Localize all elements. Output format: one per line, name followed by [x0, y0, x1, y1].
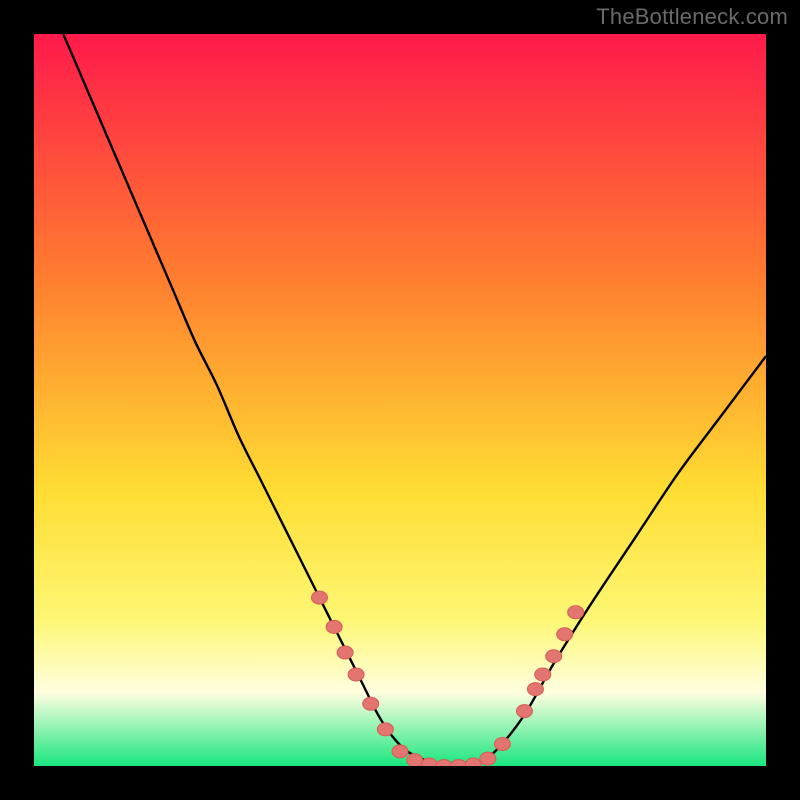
chart-frame: TheBottleneck.com — [0, 0, 800, 800]
curve-marker — [568, 606, 584, 619]
watermark-text: TheBottleneck.com — [596, 4, 788, 30]
curve-marker — [377, 723, 393, 736]
plot-area — [34, 34, 766, 766]
curve-marker — [363, 697, 379, 710]
curve-marker — [494, 738, 510, 751]
curve-marker — [557, 628, 573, 641]
curve-marker — [337, 646, 353, 659]
chart-svg — [34, 34, 766, 766]
curve-marker — [516, 705, 532, 718]
curve-marker — [311, 591, 327, 604]
gradient-background — [34, 34, 766, 766]
curve-marker — [527, 683, 543, 696]
curve-marker — [326, 620, 342, 633]
curve-marker — [348, 668, 364, 681]
curve-marker — [535, 668, 551, 681]
curve-marker — [546, 650, 562, 663]
curve-marker — [392, 745, 408, 758]
curve-marker — [480, 752, 496, 765]
curve-marker — [407, 754, 423, 766]
